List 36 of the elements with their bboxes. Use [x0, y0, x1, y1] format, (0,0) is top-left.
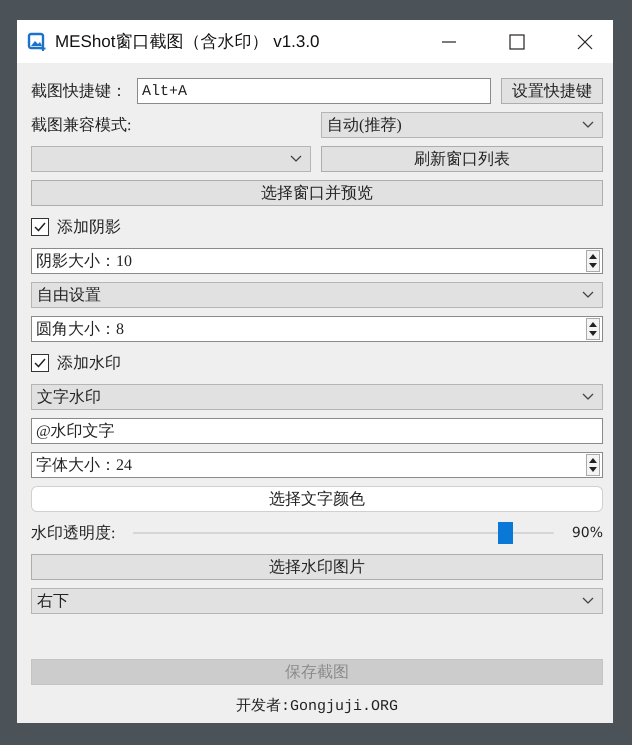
spin-arrows-icon[interactable] [586, 318, 600, 340]
spin-box[interactable]: 字体大小：24 [31, 452, 603, 478]
chevron-icon [582, 393, 594, 401]
dropdown[interactable]: 右下 [31, 588, 603, 614]
opacity-value: 90% [572, 525, 603, 541]
checkbox[interactable] [31, 354, 49, 372]
action-button[interactable]: 选择水印图片 [31, 554, 603, 580]
action-button[interactable]: 选择窗口并预览 [31, 180, 603, 206]
developer-credit: 开发者:Gongjuji.ORG [236, 696, 398, 714]
spin-arrows-icon[interactable] [586, 454, 600, 476]
dropdown[interactable]: 自由设置 [31, 282, 603, 308]
chevron-icon [290, 155, 302, 163]
spin-box[interactable]: 圆角大小：8 [31, 316, 603, 342]
opacity-label: 水印透明度: [31, 524, 116, 544]
window-title: MEShot窗口截图（含水印） v1.3.0 [55, 31, 321, 53]
checkbox-label: 添加阴影 [57, 218, 121, 238]
chevron-icon [582, 597, 594, 605]
maximize-icon[interactable] [509, 34, 525, 50]
chevron-icon [582, 121, 594, 129]
close-icon[interactable] [577, 34, 593, 50]
spin-arrows-icon[interactable] [586, 250, 600, 272]
mode-label: 截图兼容模式: [31, 116, 132, 136]
checkbox-label: 添加水印 [57, 354, 121, 374]
checkbox[interactable] [31, 218, 49, 236]
chevron-icon [582, 291, 594, 299]
refresh-button[interactable]: 刷新窗口列表 [321, 146, 603, 172]
shortcut-label: 截图快捷键： [31, 82, 127, 102]
app-icon [27, 32, 47, 52]
spin-box[interactable]: 阴影大小：10 [31, 248, 603, 274]
slider-thumb[interactable] [498, 522, 514, 544]
shortcut-field[interactable]: Alt+A [137, 78, 491, 104]
mode-dropdown[interactable]: 自动(推荐) [321, 112, 603, 138]
color-button[interactable]: 选择文字颜色 [31, 486, 603, 512]
watermark-text-field[interactable]: @水印文字 [31, 418, 603, 444]
set-shortcut-button[interactable]: 设置快捷键 [501, 78, 603, 104]
dropdown[interactable]: 文字水印 [31, 384, 603, 410]
